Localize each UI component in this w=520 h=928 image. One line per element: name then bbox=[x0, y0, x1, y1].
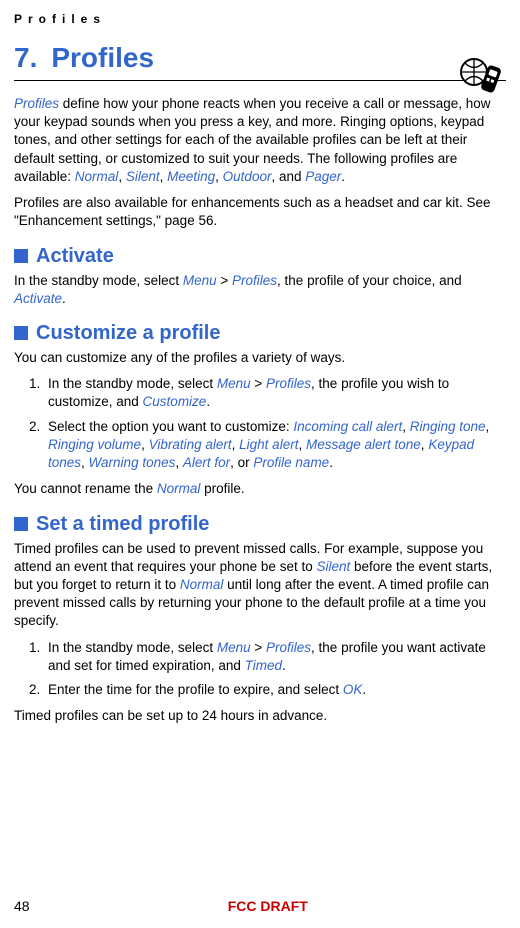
page-number: 48 bbox=[14, 898, 30, 914]
divider bbox=[14, 80, 506, 81]
keyword: Message alert tone bbox=[306, 437, 421, 452]
keyword: Menu bbox=[183, 273, 217, 288]
keyword: Incoming call alert bbox=[293, 419, 402, 434]
keyword: Normal bbox=[75, 169, 119, 184]
timed-steps: In the standby mode, select Menu > Profi… bbox=[14, 639, 506, 700]
intro-paragraph-1: Profiles define how your phone reacts wh… bbox=[14, 95, 506, 186]
chapter-number: 7. bbox=[14, 44, 37, 72]
chapter-heading: 7. Profiles bbox=[14, 44, 506, 72]
intro-paragraph-2: Profiles are also available for enhancem… bbox=[14, 194, 506, 230]
section-heading-customize: Customize a profile bbox=[14, 322, 506, 345]
keyword: Normal bbox=[180, 577, 224, 592]
keyword: Alert for bbox=[183, 455, 230, 470]
keyword: Meeting bbox=[167, 169, 215, 184]
list-item: Select the option you want to customize:… bbox=[44, 418, 506, 473]
section-title: Activate bbox=[36, 245, 114, 268]
chapter-title: Profiles bbox=[51, 44, 154, 72]
keyword: Warning tones bbox=[89, 455, 176, 470]
keyword: Activate bbox=[14, 291, 62, 306]
keyword: OK bbox=[343, 682, 363, 697]
section-title: Set a timed profile bbox=[36, 513, 209, 536]
fcc-draft-stamp: FCC DRAFT bbox=[30, 898, 506, 914]
keyword: Light alert bbox=[239, 437, 298, 452]
section-heading-activate: Activate bbox=[14, 245, 506, 268]
timed-note: Timed profiles can be set up to 24 hours… bbox=[14, 707, 506, 725]
keyword: Outdoor bbox=[223, 169, 272, 184]
customize-note: You cannot rename the Normal profile. bbox=[14, 480, 506, 498]
keyword: Menu bbox=[217, 640, 251, 655]
keyword: Ringing tone bbox=[410, 419, 486, 434]
activate-paragraph: In the standby mode, select Menu > Profi… bbox=[14, 272, 506, 308]
customize-lead: You can customize any of the profiles a … bbox=[14, 349, 506, 367]
keyword: Timed bbox=[245, 658, 282, 673]
section-title: Customize a profile bbox=[36, 322, 220, 345]
keyword: Vibrating alert bbox=[149, 437, 232, 452]
keyword: Normal bbox=[157, 481, 201, 496]
square-bullet-icon bbox=[14, 517, 28, 531]
keyword: Pager bbox=[305, 169, 341, 184]
keyword: Customize bbox=[143, 394, 207, 409]
keyword: Silent bbox=[316, 559, 350, 574]
keyword: Profile name bbox=[253, 455, 329, 470]
keyword: Profiles bbox=[14, 96, 59, 111]
keyword: Profiles bbox=[266, 640, 311, 655]
section-heading-timed: Set a timed profile bbox=[14, 513, 506, 536]
keyword: Menu bbox=[217, 376, 251, 391]
keyword: Silent bbox=[126, 169, 160, 184]
square-bullet-icon bbox=[14, 326, 28, 340]
square-bullet-icon bbox=[14, 249, 28, 263]
running-header-label: Profiles bbox=[14, 12, 506, 26]
customize-steps: In the standby mode, select Menu > Profi… bbox=[14, 375, 506, 472]
list-item: In the standby mode, select Menu > Profi… bbox=[44, 639, 506, 675]
page-footer: 48 FCC DRAFT bbox=[14, 898, 506, 914]
timed-lead: Timed profiles can be used to prevent mi… bbox=[14, 540, 506, 631]
phone-globe-icon bbox=[458, 52, 504, 98]
keyword: Profiles bbox=[266, 376, 311, 391]
list-item: In the standby mode, select Menu > Profi… bbox=[44, 375, 506, 411]
keyword: Ringing volume bbox=[48, 437, 141, 452]
keyword: Profiles bbox=[232, 273, 277, 288]
list-item: Enter the time for the profile to expire… bbox=[44, 681, 506, 699]
